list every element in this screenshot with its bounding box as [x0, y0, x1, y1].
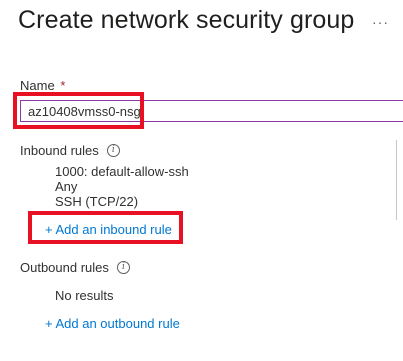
- more-options-icon[interactable]: ···: [372, 14, 389, 30]
- info-icon[interactable]: i: [106, 144, 120, 157]
- inbound-rules-label: Inbound rules i: [20, 143, 120, 158]
- rule-name: 1000: default-allow-ssh: [55, 164, 189, 179]
- rule-service: SSH (TCP/22): [55, 194, 139, 209]
- page-title: Create network security group: [18, 6, 355, 34]
- outbound-rules-label-text: Outbound rules: [20, 260, 109, 275]
- outbound-rules-label: Outbound rules i: [20, 260, 130, 275]
- name-label-text: Name: [20, 78, 55, 93]
- info-icon[interactable]: i: [116, 261, 130, 274]
- name-field-container[interactable]: [20, 100, 403, 122]
- inbound-rule-item: 1000: default-allow-ssh Any SSH (TCP/22): [55, 164, 189, 209]
- add-outbound-rule-link[interactable]: + Add an outbound rule: [45, 316, 180, 331]
- inbound-rules-label-text: Inbound rules: [20, 143, 99, 158]
- outbound-empty-text: No results: [55, 288, 114, 303]
- add-inbound-rule-link[interactable]: + Add an inbound rule: [45, 222, 172, 237]
- required-marker: *: [60, 78, 66, 93]
- name-field-label: Name *: [20, 78, 65, 93]
- name-input[interactable]: [28, 102, 403, 120]
- panel-divider: [396, 140, 397, 220]
- rule-source: Any: [55, 179, 78, 194]
